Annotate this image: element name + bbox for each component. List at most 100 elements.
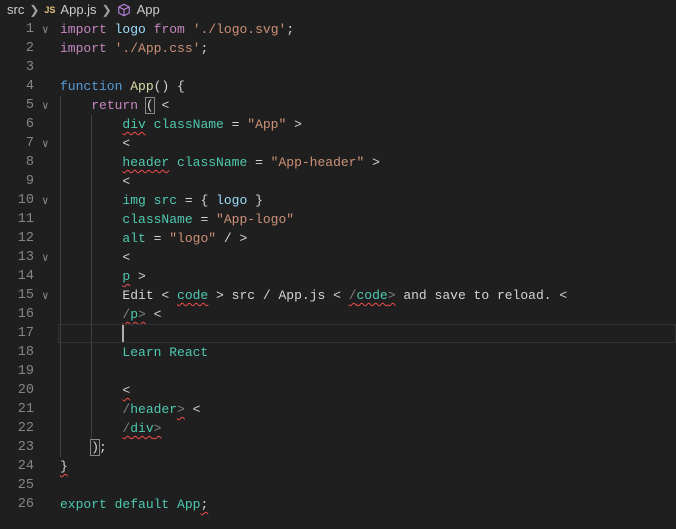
- code-text[interactable]: /header> <: [60, 400, 200, 419]
- code-token: / >: [216, 231, 248, 246]
- error-squiggle-token: div: [122, 117, 146, 132]
- code-token: >: [286, 117, 302, 132]
- code-line[interactable]: 13 ∨ <: [0, 248, 676, 267]
- fold-chevron-icon[interactable]: ∨: [42, 191, 49, 210]
- line-number: 8: [25, 155, 34, 170]
- code-text[interactable]: }: [60, 457, 68, 476]
- line-number: 11: [17, 212, 34, 227]
- code-text[interactable]: header className = "App-header" >: [60, 153, 379, 172]
- code-text[interactable]: className = "App-logo": [60, 210, 294, 229]
- code-token: Edit <: [122, 288, 178, 303]
- code-text[interactable]: <: [60, 248, 130, 267]
- line-number: 20: [17, 383, 34, 398]
- code-text[interactable]: /p> <: [60, 305, 161, 324]
- code-token: App: [130, 79, 154, 94]
- code-text[interactable]: /div>: [60, 419, 161, 438]
- error-squiggle-token: p: [130, 307, 139, 322]
- code-text[interactable]: import logo from './logo.svg';: [60, 20, 294, 39]
- line-number: 24: [17, 459, 34, 474]
- code-text[interactable]: <: [60, 172, 130, 191]
- breadcrumb-symbol[interactable]: App: [137, 2, 160, 17]
- breadcrumb-folder[interactable]: src: [7, 2, 24, 17]
- code-text[interactable]: p >: [60, 267, 145, 286]
- code-line[interactable]: 23 );: [0, 438, 676, 457]
- code-token: "App-header": [270, 155, 365, 170]
- code-text[interactable]: Edit < code > src / App.js < /code> and …: [60, 286, 567, 305]
- error-squiggle-token: >: [387, 288, 396, 303]
- code-line[interactable]: 4 function App() {: [0, 77, 676, 96]
- line-number: 23: [17, 440, 34, 455]
- code-token: import: [60, 22, 107, 37]
- error-squiggle-token: >: [177, 402, 185, 417]
- breadcrumb: src ❯ JS App.js ❯ App: [0, 0, 676, 19]
- code-token: "App": [247, 117, 287, 132]
- error-squiggle-token: div: [130, 421, 154, 436]
- code-line[interactable]: 24}: [0, 457, 676, 476]
- code-editor[interactable]: 1 ∨ import logo from './logo.svg'; 2 import …: [0, 20, 676, 514]
- code-text[interactable]: function App() {: [60, 77, 185, 96]
- fold-chevron-icon[interactable]: ∨: [42, 134, 49, 153]
- code-line[interactable]: 2 import './App.css';: [0, 39, 676, 58]
- code-text[interactable]: export default App;: [60, 495, 208, 514]
- code-line[interactable]: 6 div className = "App" >: [0, 115, 676, 134]
- code-line[interactable]: 26 export default App;: [0, 495, 676, 514]
- code-line[interactable]: 15 ∨ Edit < code > src / App.js < /code> …: [0, 286, 676, 305]
- code-token: =: [247, 155, 271, 170]
- fold-chevron-icon[interactable]: ∨: [42, 96, 49, 115]
- code-line[interactable]: 8 header className = "App-header" >: [0, 153, 676, 172]
- code-line[interactable]: 14 p >: [0, 267, 676, 286]
- code-line[interactable]: 1 ∨ import logo from './logo.svg';: [0, 20, 676, 39]
- code-line[interactable]: 7 ∨ <: [0, 134, 676, 153]
- line-number: 26: [17, 497, 34, 512]
- code-token: <: [153, 98, 170, 113]
- code-line[interactable]: 11 className = "App-logo": [0, 210, 676, 229]
- chevron-right-icon: ❯: [29, 2, 40, 17]
- code-token: Learn React: [122, 345, 209, 360]
- code-token: logo: [114, 22, 146, 37]
- line-number: 22: [17, 421, 34, 436]
- code-text[interactable]: );: [60, 438, 107, 457]
- code-line[interactable]: 16 /p> <: [0, 305, 676, 324]
- code-line[interactable]: 3: [0, 58, 676, 77]
- code-token: "App-logo": [216, 212, 295, 227]
- code-text[interactable]: <: [60, 134, 130, 153]
- code-token: import: [60, 41, 107, 56]
- code-line[interactable]: 20 <: [0, 381, 676, 400]
- code-line[interactable]: 10 ∨ img src = { logo }: [0, 191, 676, 210]
- code-text[interactable]: <: [60, 381, 130, 400]
- fold-chevron-icon[interactable]: ∨: [42, 248, 49, 267]
- code-text[interactable]: img src = { logo }: [60, 191, 262, 210]
- text-cursor: [122, 325, 125, 342]
- code-token: className: [153, 117, 224, 132]
- code-line[interactable]: 19: [0, 362, 676, 381]
- fold-chevron-icon[interactable]: ∨: [42, 286, 49, 305]
- fold-chevron-icon[interactable]: ∨: [42, 20, 49, 39]
- code-line[interactable]: 18 Learn React: [0, 343, 676, 362]
- code-text[interactable]: alt = "logo" / >: [60, 229, 247, 248]
- code-text[interactable]: div className = "App" >: [60, 115, 302, 134]
- code-text[interactable]: return ( <: [60, 96, 169, 115]
- code-line[interactable]: 22 /div>: [0, 419, 676, 438]
- breadcrumb-file[interactable]: App.js: [60, 2, 96, 17]
- code-text[interactable]: Learn React: [60, 343, 208, 362]
- code-line[interactable]: 5 ∨ return ( <: [0, 96, 676, 115]
- code-line[interactable]: 9 <: [0, 172, 676, 191]
- code-line[interactable]: 17: [0, 324, 676, 343]
- code-line[interactable]: 25: [0, 476, 676, 495]
- code-token: "logo": [169, 231, 217, 246]
- code-token: > src / App.js <: [208, 288, 349, 303]
- code-token: logo: [216, 193, 248, 208]
- code-token: alt: [122, 231, 146, 246]
- code-text[interactable]: [60, 324, 125, 343]
- line-number: 13: [17, 250, 34, 265]
- code-line[interactable]: 12 alt = "logo" / >: [0, 229, 676, 248]
- code-line[interactable]: 21 /header> <: [0, 400, 676, 419]
- current-line-highlight: [58, 324, 676, 343]
- code-text[interactable]: import './App.css';: [60, 39, 208, 58]
